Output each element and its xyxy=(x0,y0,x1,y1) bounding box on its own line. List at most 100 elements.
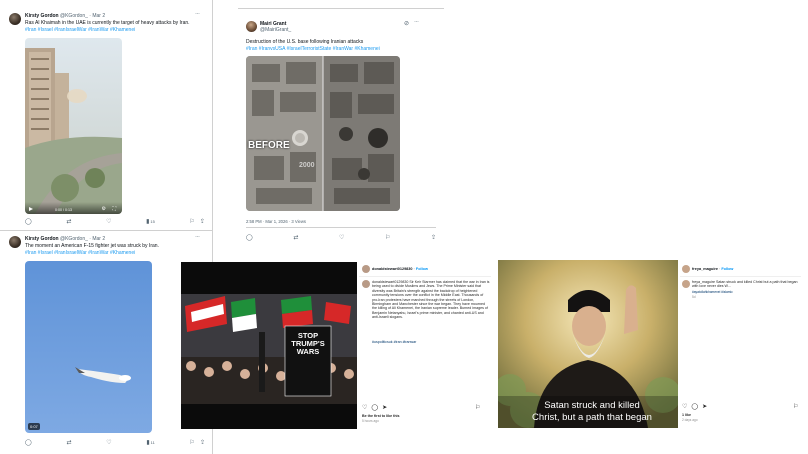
author-handle[interactable]: @KGordon_ xyxy=(60,13,88,19)
post-caption: freya_maguire Satan struck and killed Ch… xyxy=(692,280,798,289)
protest-crowd-photo xyxy=(181,262,357,429)
satellite-image-comparison xyxy=(246,56,400,211)
ig-username[interactable]: freya_maguire xyxy=(692,267,718,271)
post-age: 5 hours ago xyxy=(362,419,379,423)
tweet-text: The moment an American F-15 fighter jet … xyxy=(25,243,159,249)
save-icon[interactable]: ⚐ xyxy=(793,403,798,410)
tweet-hashtags[interactable]: #Iran #IranvsUSA #IsraelTerroristState #… xyxy=(246,46,380,52)
fullscreen-icon[interactable]: ⛶ xyxy=(112,206,116,212)
tweet-actions: ◯ ⇄ ♡ ▮ 11 ⚐ ⇪ xyxy=(25,439,205,446)
post-photo[interactable]: STOP TRUMP'S WARS xyxy=(181,262,357,429)
views-count: 11 xyxy=(150,440,155,445)
sign-line-3: WARS xyxy=(296,347,320,356)
watermark: 2000 xyxy=(299,162,315,169)
ig-actions: ♡ ◯ ➤ xyxy=(362,404,387,411)
author-name[interactable]: Kirsty Gordon xyxy=(25,13,59,19)
tweet-video[interactable]: 0:00 / 0:13 ⚙ ⛶ xyxy=(25,38,122,214)
likes-text: 1 like xyxy=(682,413,691,417)
tweet-card-2: Mairi Grant @MairiGrant_ ⊘ ··· Destructi… xyxy=(238,8,444,248)
likes-text: Be the first to like this xyxy=(362,414,400,418)
send-icon[interactable]: ➤ xyxy=(382,404,387,411)
follow-button[interactable]: Follow xyxy=(416,267,428,271)
settings-icon[interactable]: ⚙ xyxy=(102,206,106,212)
divider xyxy=(246,227,436,228)
tweet-actions: ◯ ⇄ ♡ ▮ 15 ⚐ ⇪ xyxy=(25,218,205,225)
protest-sign: STOP TRUMP'S WARS xyxy=(288,332,328,356)
play-icon[interactable] xyxy=(29,207,33,211)
heart-icon[interactable]: ♡ xyxy=(682,403,687,410)
retweet-icon[interactable]: ⇄ xyxy=(293,234,298,241)
divider xyxy=(680,276,801,277)
video-timestamp: 0:00 / 0:13 xyxy=(55,208,72,212)
post-date[interactable]: · Mar 2 xyxy=(89,13,105,19)
share-icon[interactable]: ⇪ xyxy=(200,218,205,225)
ig-username[interactable]: donaldstewart0129830 xyxy=(372,267,413,271)
follow-button[interactable]: Follow xyxy=(721,267,733,271)
tweet-video[interactable]: 0:07 xyxy=(25,261,152,433)
send-icon[interactable]: ➤ xyxy=(702,403,707,410)
tweet-timestamp: 2:58 PM · Mar 1, 2026 · 3 Views xyxy=(246,219,306,224)
instagram-post-1: STOP TRUMP'S WARS donaldstewart0129830 ·… xyxy=(181,262,493,429)
views-count: 15 xyxy=(150,219,155,224)
sky-jet-video-frame xyxy=(25,261,152,433)
views-icon[interactable]: ▮ 11 xyxy=(146,439,154,446)
author-handle[interactable]: @MairiGrant_ xyxy=(260,27,291,33)
image-overlay-text: Satan struck and killed Christ, but a pa… xyxy=(522,400,662,424)
ig-avatar[interactable] xyxy=(682,280,690,288)
tweet-text: Ras Al Khaimah in the UAE is currently t… xyxy=(25,20,190,26)
more-options-icon[interactable]: ··· xyxy=(195,234,200,240)
like-icon[interactable]: ♡ xyxy=(339,234,344,241)
author-handle[interactable]: @KGordon_ xyxy=(60,236,88,242)
post-photo[interactable]: Satan struck and killed Christ, but a pa… xyxy=(498,260,678,428)
tweet-image[interactable]: BEFORE 2000 xyxy=(246,56,400,211)
before-label: BEFORE xyxy=(248,140,290,151)
reply-icon[interactable]: ◯ xyxy=(246,234,253,241)
divider xyxy=(359,276,491,277)
retweet-icon[interactable]: ⇄ xyxy=(66,218,71,225)
avatar[interactable] xyxy=(9,13,21,25)
post-hashtags[interactable]: #ayatollahkhamenei #islamic xyxy=(692,290,733,294)
bookmark-icon[interactable]: ⚐ xyxy=(385,234,390,241)
divider xyxy=(238,8,444,9)
like-icon[interactable]: ♡ xyxy=(106,439,111,446)
like-icon[interactable]: ♡ xyxy=(106,218,111,225)
comment-icon[interactable]: ◯ xyxy=(691,403,698,410)
author-name[interactable]: Kirsty Gordon xyxy=(25,236,59,242)
ig-actions: ♡ ◯ ➤ xyxy=(682,403,707,410)
instagram-post-2: Satan struck and killed Christ, but a pa… xyxy=(498,260,803,428)
overlay-line-1: Satan struck and killed xyxy=(544,400,640,411)
save-icon[interactable]: ⚐ xyxy=(475,404,480,411)
tweet-actions: ◯ ⇄ ♡ ⚐ ⇪ xyxy=(246,234,436,241)
tweet-hashtags[interactable]: #Iran #Israel #IranIsraelWar #IranWar #K… xyxy=(25,250,135,256)
share-icon[interactable]: ⇪ xyxy=(200,439,205,446)
post-age: 2 days ago xyxy=(682,418,698,422)
bookmark-icon[interactable]: ⚐ xyxy=(190,218,195,225)
post-caption: donaldstewart0129830 Sir Keir Starmer ha… xyxy=(372,280,490,320)
more-options-icon[interactable]: ··· xyxy=(195,11,200,17)
comment-icon[interactable]: ◯ xyxy=(371,404,378,411)
heart-icon[interactable]: ♡ xyxy=(362,404,367,411)
city-street-video-frame xyxy=(25,38,122,214)
ig-avatar[interactable] xyxy=(362,280,370,288)
reply-icon[interactable]: ◯ xyxy=(25,439,32,446)
more-options-icon[interactable]: ··· xyxy=(414,19,419,25)
video-controls xyxy=(25,202,122,214)
views-icon[interactable]: ▮ 15 xyxy=(146,218,155,225)
post-hashtags[interactable]: #uspoliticsuk #iran #iranwar xyxy=(372,340,416,344)
ig-avatar[interactable] xyxy=(682,265,690,273)
bookmark-icon[interactable]: ⚐ xyxy=(190,439,195,446)
grok-icon[interactable]: ⊘ xyxy=(404,20,409,27)
tweet-text: Destruction of the U.S. base following I… xyxy=(246,39,364,45)
post-date[interactable]: · Mar 2 xyxy=(89,236,105,242)
video-duration: 0:07 xyxy=(28,423,40,430)
tweet-hashtags[interactable]: #Iran #Israel #IranIsraelWar #IranWar #K… xyxy=(25,27,135,33)
ig-avatar[interactable] xyxy=(362,265,370,273)
tweet-card-1: Kirsty Gordon @KGordon_ · Mar 2 ··· Ras … xyxy=(0,0,212,230)
retweet-icon[interactable]: ⇄ xyxy=(66,439,71,446)
share-icon[interactable]: ⇪ xyxy=(431,234,436,241)
post-tag-age: 5d xyxy=(692,295,696,299)
reply-icon[interactable]: ◯ xyxy=(25,218,32,225)
avatar[interactable] xyxy=(9,236,21,248)
overlay-line-2: Christ, but a path that began xyxy=(532,412,652,423)
avatar[interactable] xyxy=(246,21,257,32)
